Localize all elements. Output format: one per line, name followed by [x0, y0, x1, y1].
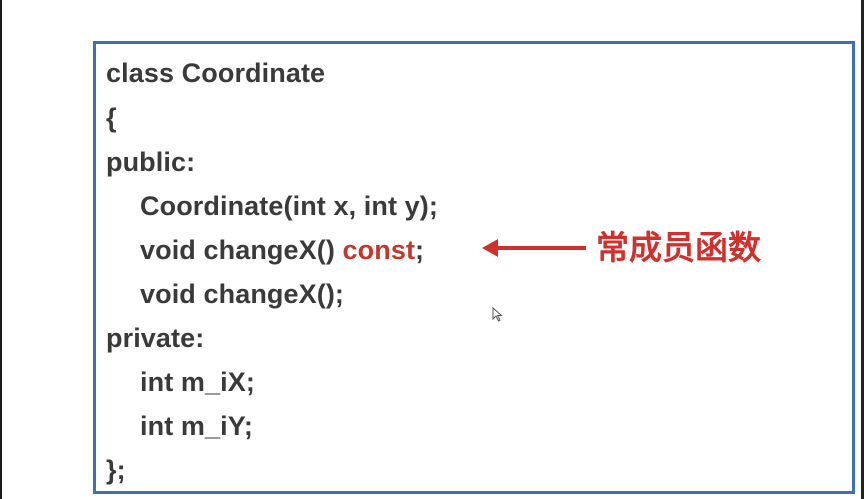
- annotation-label: 常成员函数: [596, 228, 761, 267]
- left-window-edge: [0, 0, 2, 499]
- const-method-annotation: 常成员函数: [482, 228, 761, 268]
- code-line-open-brace: {: [106, 103, 117, 133]
- code-line-member-y: int m_iY;: [140, 411, 253, 441]
- code-line-member-x: int m_iX;: [140, 367, 255, 397]
- code-line-const-method: void changeX() const;: [140, 230, 424, 270]
- code-line-public: public:: [106, 147, 196, 177]
- code-semicolon: ;: [415, 235, 425, 265]
- code-slide-box: class Coordinate { public: Coordinate(in…: [93, 41, 855, 494]
- code-line-class-decl: class Coordinate: [106, 58, 326, 88]
- mouse-cursor-icon: [492, 307, 503, 322]
- code-const-method-signature: void changeX(): [140, 235, 343, 265]
- code-line-private: private:: [106, 323, 205, 353]
- code-line-constructor: Coordinate(int x, int y);: [140, 191, 438, 221]
- code-line-close-brace: };: [106, 455, 126, 485]
- arrow-left-icon: [482, 239, 586, 257]
- code-const-keyword: const: [342, 235, 416, 265]
- code-line-method: void changeX();: [140, 279, 345, 309]
